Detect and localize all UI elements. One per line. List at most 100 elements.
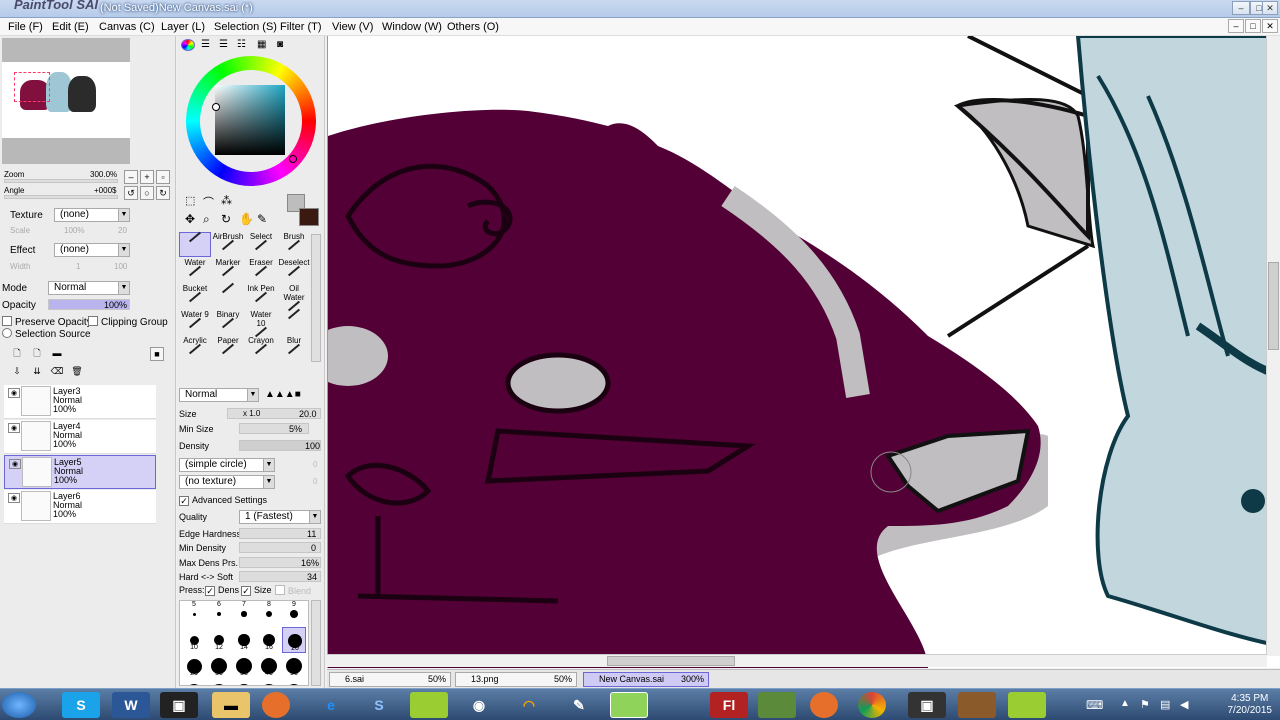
eye-icon[interactable]: ◉ [8, 493, 20, 503]
brush-size-option[interactable]: 5 [182, 601, 206, 627]
chrome-taskbar-icon[interactable] [858, 692, 886, 718]
flash-taskbar-icon[interactable]: Fl [710, 692, 748, 718]
tool-bucket[interactable]: Bucket [179, 284, 211, 309]
brush-size-option[interactable]: 25 [182, 653, 206, 679]
pen-taskbar-icon[interactable]: ✎ [560, 692, 598, 718]
brush-size-option[interactable]: 120 [282, 679, 306, 685]
brush-shape-buttons[interactable]: ▲▲▲■ [265, 389, 301, 400]
zoom-out-button[interactable]: – [124, 170, 138, 184]
primary-color-swatch[interactable] [299, 208, 319, 226]
layer-row[interactable]: ◉ Layer4 Normal 100% [4, 420, 156, 454]
menu-selection[interactable]: Selection (S) [214, 21, 277, 33]
new-folder-icon[interactable]: ▬ [50, 347, 64, 361]
transfer-down-icon[interactable]: ⇩ [10, 365, 24, 379]
brush-size-option[interactable]: 35 [232, 653, 256, 679]
tool-pen[interactable] [212, 282, 244, 309]
tray-expand-icon[interactable]: ▲ [1120, 698, 1130, 709]
tool-brush[interactable]: Brush [278, 232, 310, 257]
network-icon[interactable]: ▤ [1160, 698, 1170, 711]
effect-select[interactable]: (none) ▼ [54, 243, 130, 257]
tool-acrylic[interactable]: Acrylic [179, 336, 211, 361]
hue-picker-handle[interactable] [289, 155, 297, 163]
preserve-opacity-checkbox[interactable]: Preserve Opacity [2, 316, 92, 328]
brush-size-option[interactable]: 20 [282, 627, 306, 653]
keyboard-icon[interactable]: ⌨ [1086, 698, 1103, 712]
tool-pen[interactable] [278, 308, 310, 335]
tool-eraser[interactable]: Eraser [245, 258, 277, 283]
brush-size-option[interactable]: 50 [282, 653, 306, 679]
rotate-reset-button[interactable]: ○ [140, 186, 154, 200]
zoom-slider[interactable] [4, 179, 118, 183]
scratchpad-tab-icon[interactable]: ▦ [257, 39, 266, 50]
canvas-area[interactable] [327, 36, 1280, 668]
menu-filter[interactable]: Filter (T) [280, 21, 322, 33]
color-wheel-tab-icon[interactable] [181, 39, 195, 51]
tool-binary[interactable]: Binary [212, 310, 244, 335]
firefox-taskbar-icon[interactable] [262, 692, 290, 718]
clear-layer-icon[interactable]: ⌫ [50, 365, 64, 379]
brush-size-option[interactable]: 6 [207, 601, 231, 627]
brush-size-option[interactable]: 100 [257, 679, 281, 685]
vertical-scroll-thumb[interactable] [1268, 262, 1279, 350]
tool-ink-pen[interactable]: Ink Pen [245, 284, 277, 309]
tool-pen[interactable] [179, 231, 211, 257]
tool-marker[interactable]: Marker [212, 258, 244, 283]
magic-wand-icon[interactable]: ⁂ [221, 194, 232, 207]
zoom-fit-button[interactable]: ▫ [156, 170, 170, 184]
brush-size-option[interactable]: 9 [282, 601, 306, 627]
layer-row[interactable]: ◉ Layer3 Normal 100% [4, 385, 156, 419]
brush-size-option[interactable]: 16 [257, 627, 281, 653]
horizontal-scroll-thumb[interactable] [607, 656, 735, 666]
explorer-taskbar-icon[interactable]: ▬ [212, 692, 250, 718]
eye-icon[interactable]: ◉ [8, 388, 20, 398]
doc-minimize-button[interactable]: – [1228, 19, 1244, 33]
tool-water-9[interactable]: Water 9 [179, 310, 211, 335]
brush-size-option[interactable]: 70 [207, 679, 231, 685]
move-icon[interactable]: ✥ [185, 212, 195, 226]
brush-size-option[interactable]: 8 [257, 601, 281, 627]
brush-size-option[interactable]: 80 [232, 679, 256, 685]
hsv-slider-tab-icon[interactable]: ☰ [219, 39, 228, 50]
canvas-tab-13-png[interactable]: 13.png 50% [455, 672, 577, 687]
size-palette-scrollbar[interactable] [311, 600, 321, 686]
rotate-left-button[interactable]: ↺ [124, 186, 138, 200]
tool-paper[interactable]: Paper [212, 336, 244, 361]
eye-icon[interactable]: ◉ [9, 459, 21, 469]
grass-block2-taskbar-icon[interactable] [1008, 692, 1046, 718]
chest-taskbar-icon[interactable] [958, 692, 996, 718]
hand-icon[interactable]: ✋ [239, 212, 254, 226]
minimize-button[interactable]: – [1232, 1, 1250, 15]
sv-picker-handle[interactable] [212, 103, 220, 111]
menu-window[interactable]: Window (W) [382, 21, 442, 33]
steam-taskbar-icon[interactable]: ◉ [460, 692, 498, 718]
layer-row[interactable]: ◉ Layer5 Normal 100% [4, 455, 156, 489]
brush-size-option[interactable]: 14 [232, 627, 256, 653]
menu-layer[interactable]: Layer (L) [161, 21, 205, 33]
quality-select[interactable]: 1 (Fastest) ▼ [239, 510, 321, 524]
brush-size-option[interactable]: 10 [182, 627, 206, 653]
tool-select[interactable]: Select [245, 232, 277, 257]
zoom-icon[interactable]: ⌕ [203, 212, 210, 227]
horizontal-scrollbar[interactable] [327, 654, 1267, 667]
grass-block-taskbar-icon[interactable] [410, 692, 448, 718]
rotate-icon[interactable]: ↻ [221, 212, 231, 226]
user-colors-tab-icon[interactable]: ◙ [277, 39, 283, 50]
volume-icon[interactable]: ◀ [1180, 698, 1188, 711]
texture-select[interactable]: (none) ▼ [54, 208, 130, 222]
canvas-artwork[interactable] [328, 36, 1280, 668]
action-center-icon[interactable]: ⚑ [1140, 698, 1150, 711]
layer-mask-icon[interactable]: ■ [150, 347, 164, 361]
delete-layer-icon[interactable]: 🗑 [70, 365, 84, 379]
word-taskbar-icon[interactable]: W [112, 692, 150, 718]
canvas-tab-6-sai[interactable]: 6.sai 50% [329, 672, 451, 687]
tool-oil-water[interactable]: Oil Water [278, 284, 310, 312]
vertical-scrollbar[interactable] [1266, 36, 1280, 656]
menu-canvas[interactable]: Canvas (C) [99, 21, 155, 33]
slash-app-taskbar-icon[interactable]: S [360, 692, 398, 718]
menu-others[interactable]: Others (O) [447, 21, 499, 33]
rgb-slider-tab-icon[interactable]: ☰ [201, 39, 210, 50]
brush-size-option[interactable]: 12 [207, 627, 231, 653]
doc-close-button[interactable]: ✕ [1262, 19, 1278, 33]
tool-grid-scrollbar[interactable] [311, 234, 321, 362]
brush-size-option[interactable]: 40 [257, 653, 281, 679]
